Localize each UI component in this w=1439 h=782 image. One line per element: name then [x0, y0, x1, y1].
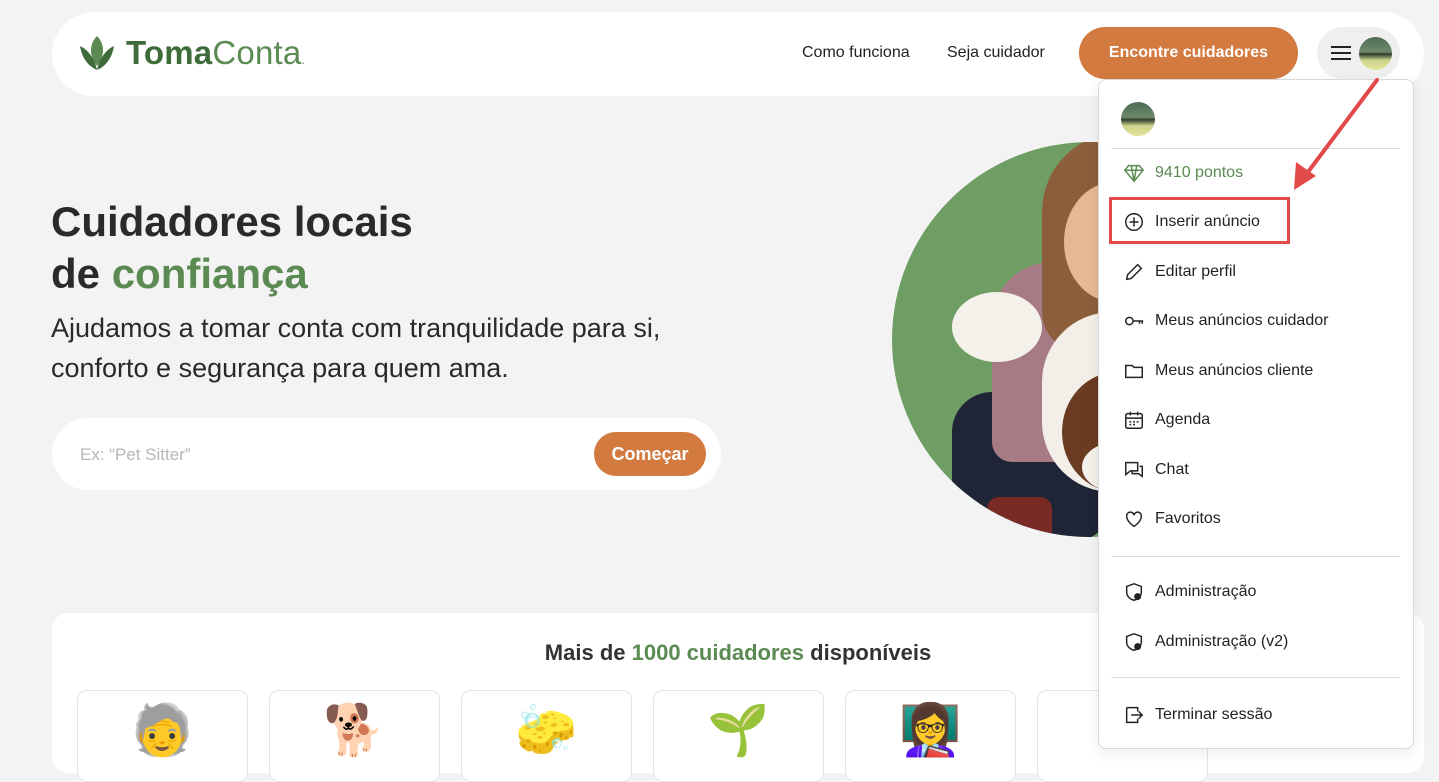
- start-button[interactable]: Começar: [594, 432, 706, 476]
- menu-item-admin-v2[interactable]: Administração (v2): [1123, 631, 1288, 653]
- brand-logo[interactable]: TomaConta.: [74, 30, 305, 76]
- brand-name: TomaConta.: [126, 34, 305, 71]
- cleaning-icon: 🧽: [515, 702, 578, 758]
- gardening-icon: 🌱: [707, 702, 770, 758]
- folder-icon: [1125, 364, 1143, 379]
- menu-item-favorites[interactable]: Favoritos: [1123, 508, 1221, 530]
- logout-icon: [1125, 706, 1144, 724]
- menu-item-logout[interactable]: Terminar sessão: [1123, 704, 1272, 726]
- chat-icon: [1125, 461, 1143, 478]
- category-card-tutoring[interactable]: 👩‍🏫: [845, 690, 1016, 782]
- hamburger-icon: [1331, 46, 1351, 60]
- heart-icon: [1125, 511, 1143, 528]
- shield-lock-icon: [1125, 632, 1143, 652]
- hero-subtitle: Ajudamos a tomar conta com tranquilidade…: [51, 313, 661, 383]
- menu-item-edit-profile[interactable]: Editar perfil: [1123, 261, 1236, 283]
- category-card-pets[interactable]: 🐕: [269, 690, 440, 782]
- user-dropdown-menu: 9410 pontos Inserir anúncio Editar perfi…: [1098, 79, 1414, 749]
- user-menu-button[interactable]: [1317, 27, 1400, 79]
- annotation-highlight-box: [1109, 197, 1290, 244]
- nav-como-funciona[interactable]: Como funciona: [802, 44, 910, 62]
- category-card-cleaning[interactable]: 🧽: [461, 690, 632, 782]
- points-balance: 9410 pontos: [1123, 162, 1243, 184]
- menu-item-admin[interactable]: Administração: [1123, 581, 1256, 603]
- menu-item-chat[interactable]: Chat: [1123, 459, 1189, 481]
- calendar-icon: [1125, 411, 1143, 429]
- menu-item-caregiver-ads[interactable]: Meus anúncios cuidador: [1123, 310, 1328, 332]
- key-icon: [1125, 316, 1144, 326]
- pet-care-icon: 🐕: [323, 702, 386, 758]
- menu-item-agenda[interactable]: Agenda: [1123, 409, 1210, 431]
- category-card-elderly[interactable]: 🧓: [77, 690, 248, 782]
- avatar[interactable]: [1121, 102, 1155, 136]
- tutoring-icon: 👩‍🏫: [899, 702, 962, 758]
- avatar: [1359, 36, 1392, 70]
- diamond-icon: [1123, 164, 1145, 183]
- menu-item-client-ads[interactable]: Meus anúncios cliente: [1123, 360, 1313, 382]
- elderly-care-icon: 🧓: [131, 702, 194, 758]
- divider: [1111, 148, 1400, 149]
- category-card-gardening[interactable]: 🌱: [653, 690, 824, 782]
- nav-seja-cuidador[interactable]: Seja cuidador: [947, 44, 1045, 62]
- search-bar: Começar: [52, 418, 721, 490]
- hero-title: Cuidadores locais de confiança: [51, 198, 413, 297]
- shield-lock-icon: [1125, 582, 1143, 602]
- find-caregivers-button[interactable]: Encontre cuidadores: [1079, 27, 1298, 79]
- pencil-icon: [1125, 263, 1143, 281]
- divider: [1111, 677, 1400, 678]
- search-input[interactable]: [78, 438, 562, 472]
- leaf-logo-icon: [80, 36, 114, 70]
- divider: [1111, 556, 1400, 557]
